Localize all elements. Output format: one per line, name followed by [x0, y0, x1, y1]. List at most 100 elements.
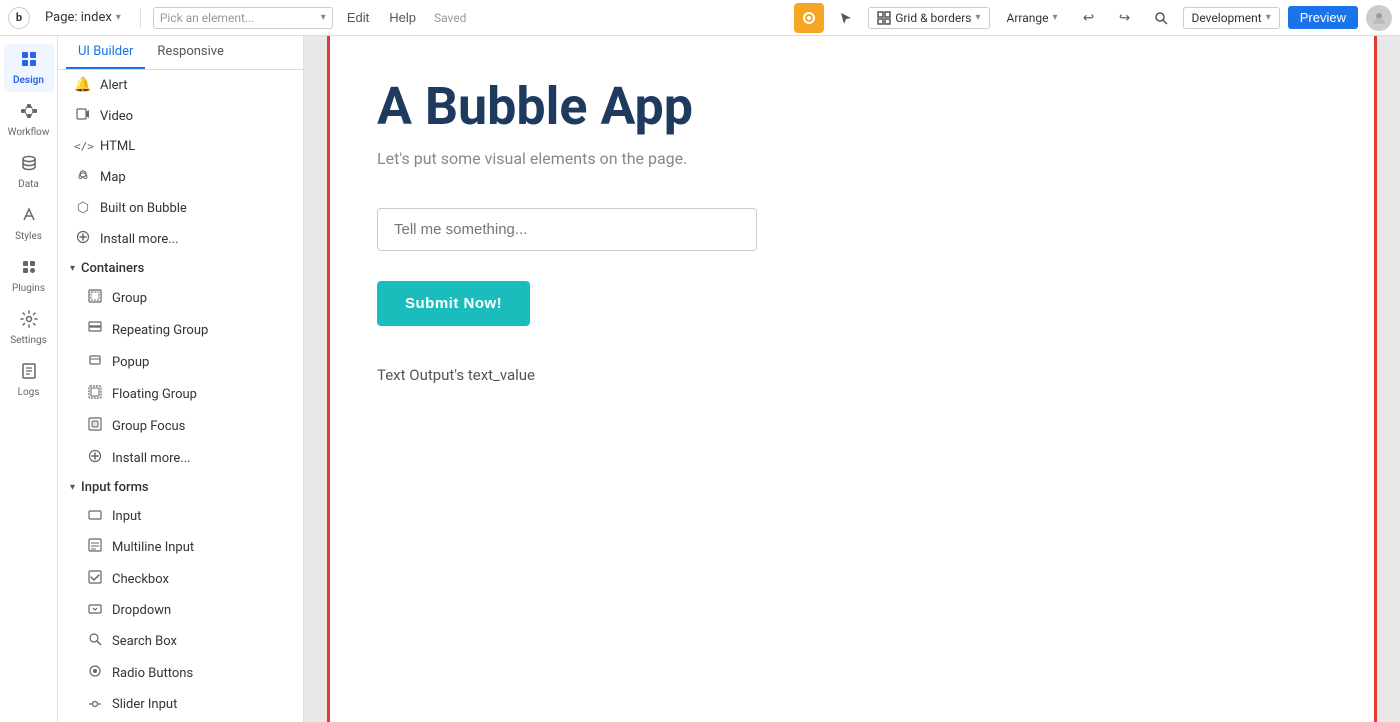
input-icon [86, 508, 104, 524]
nav-item-design[interactable]: Design [4, 44, 54, 92]
group-label: Group [112, 291, 147, 306]
dev-chevron-icon: ▾ [1266, 12, 1271, 23]
nav-settings-label: Settings [10, 335, 47, 346]
nav-item-plugins[interactable]: Plugins [4, 252, 54, 300]
panel-item-checkbox[interactable]: Checkbox [58, 563, 303, 595]
help-button[interactable]: Help [383, 7, 422, 28]
panel-item-group-focus[interactable]: Group Focus [58, 410, 303, 442]
undo-button[interactable]: ↩ [1075, 4, 1103, 32]
grid-borders-button[interactable]: Grid & borders ▾ [868, 7, 989, 29]
panel-item-html[interactable]: </> HTML [58, 132, 303, 161]
tab-responsive[interactable]: Responsive [145, 36, 236, 69]
slider-input-icon [86, 696, 104, 712]
html-label: HTML [100, 139, 135, 154]
styles-icon [20, 206, 38, 228]
element-picker[interactable]: Pick an element... ▾ [153, 7, 333, 29]
page-selector[interactable]: Page: index ▾ [38, 6, 128, 29]
map-icon [74, 168, 92, 186]
search-button[interactable] [1147, 4, 1175, 32]
slider-input-label: Slider Input [112, 697, 177, 712]
map-label: Map [100, 170, 126, 185]
install-more-containers-label: Install more... [112, 451, 191, 466]
plugins-icon [20, 258, 38, 280]
nav-item-workflow[interactable]: Workflow [4, 96, 54, 144]
canvas-right-border [1374, 36, 1377, 722]
install-more-visual-label: Install more... [100, 232, 179, 247]
panel-item-repeating-group[interactable]: Repeating Group [58, 314, 303, 346]
nav-data-label: Data [18, 179, 39, 190]
redo-icon: ↪ [1119, 10, 1130, 26]
panel-item-install-more-visual[interactable]: Install more... [58, 223, 303, 255]
alert-icon: 🔔 [74, 77, 92, 93]
panel-item-video[interactable]: Video [58, 100, 303, 132]
arrange-button[interactable]: Arrange ▾ [998, 7, 1067, 29]
panel-item-built-on-bubble[interactable]: ⬡ Built on Bubble [58, 193, 303, 223]
panel-item-popup[interactable]: Popup [58, 346, 303, 378]
development-button[interactable]: Development ▾ [1183, 7, 1280, 29]
search-box-icon [86, 632, 104, 650]
user-avatar[interactable] [1366, 5, 1392, 31]
nav-item-data[interactable]: Data [4, 148, 54, 196]
main-canvas: A Bubble App Let's put some visual eleme… [304, 36, 1400, 722]
undo-icon: ↩ [1083, 10, 1094, 26]
multiline-input-label: Multiline Input [112, 540, 194, 555]
cursor-tool-btn[interactable] [832, 4, 860, 32]
element-picker-text: Pick an element... [160, 11, 317, 25]
nav-item-settings[interactable]: Settings [4, 304, 54, 352]
nav-item-styles[interactable]: Styles [4, 200, 54, 248]
redo-button[interactable]: ↪ [1111, 4, 1139, 32]
tell-me-input[interactable] [377, 208, 757, 251]
grid-borders-label: Grid & borders [895, 11, 971, 25]
page-title: A Bubble App [377, 76, 1327, 137]
logo[interactable]: b [8, 7, 30, 29]
nav-design-label: Design [13, 75, 44, 86]
containers-section-header[interactable]: ▾ Containers [58, 255, 303, 282]
popup-label: Popup [112, 355, 149, 370]
left-nav: Design Workflow Data [0, 36, 58, 722]
submit-button[interactable]: Submit Now! [377, 281, 530, 326]
preview-button[interactable]: Preview [1288, 6, 1358, 29]
panel-item-multiline-input[interactable]: Multiline Input [58, 531, 303, 563]
multiline-input-icon [86, 538, 104, 556]
search-box-label: Search Box [112, 634, 177, 649]
grid-borders-chevron-icon: ▾ [975, 12, 980, 23]
arrange-label: Arrange [1007, 11, 1049, 25]
arrange-chevron-icon: ▾ [1052, 12, 1057, 23]
nav-logs-label: Logs [18, 387, 40, 398]
element-picker-chevron-icon: ▾ [321, 12, 326, 23]
panel-item-floating-group[interactable]: Floating Group [58, 378, 303, 410]
panel-item-slider-input[interactable]: Slider Input [58, 689, 303, 719]
development-label: Development [1192, 11, 1262, 25]
nav-styles-label: Styles [15, 231, 42, 242]
containers-label: Containers [81, 261, 144, 276]
panel-item-install-more-containers[interactable]: Install more... [58, 442, 303, 474]
topbar: b Page: index ▾ Pick an element... ▾ Edi… [0, 0, 1400, 36]
panel-item-search-box[interactable]: Search Box [58, 625, 303, 657]
panel-item-map[interactable]: Map [58, 161, 303, 193]
repeating-group-icon [86, 321, 104, 339]
edit-button[interactable]: Edit [341, 7, 375, 28]
panel-item-group[interactable]: Group [58, 282, 303, 314]
panel-item-dropdown[interactable]: Dropdown [58, 595, 303, 625]
panel-item-input[interactable]: Input [58, 501, 303, 531]
panel-item-radio-buttons[interactable]: Radio Buttons [58, 657, 303, 689]
bubble-plugin-btn[interactable] [794, 3, 824, 33]
dropdown-label: Dropdown [112, 603, 171, 618]
input-forms-label: Input forms [81, 480, 149, 495]
install-more-visual-icon [74, 230, 92, 248]
page-label: Page: index [45, 10, 112, 25]
video-label: Video [100, 109, 133, 124]
canvas-page: A Bubble App Let's put some visual eleme… [327, 36, 1377, 722]
radio-buttons-icon [86, 664, 104, 682]
radio-buttons-label: Radio Buttons [112, 666, 193, 681]
nav-workflow-label: Workflow [8, 127, 50, 138]
topbar-divider-1 [140, 8, 141, 28]
video-icon [74, 107, 92, 125]
input-forms-section-header[interactable]: ▾ Input forms [58, 474, 303, 501]
data-icon [20, 154, 38, 176]
checkbox-icon [86, 570, 104, 588]
tab-ui-builder[interactable]: UI Builder [66, 36, 145, 69]
repeating-group-label: Repeating Group [112, 323, 208, 338]
nav-item-logs[interactable]: Logs [4, 356, 54, 404]
panel-item-alert[interactable]: 🔔 Alert [58, 70, 303, 100]
